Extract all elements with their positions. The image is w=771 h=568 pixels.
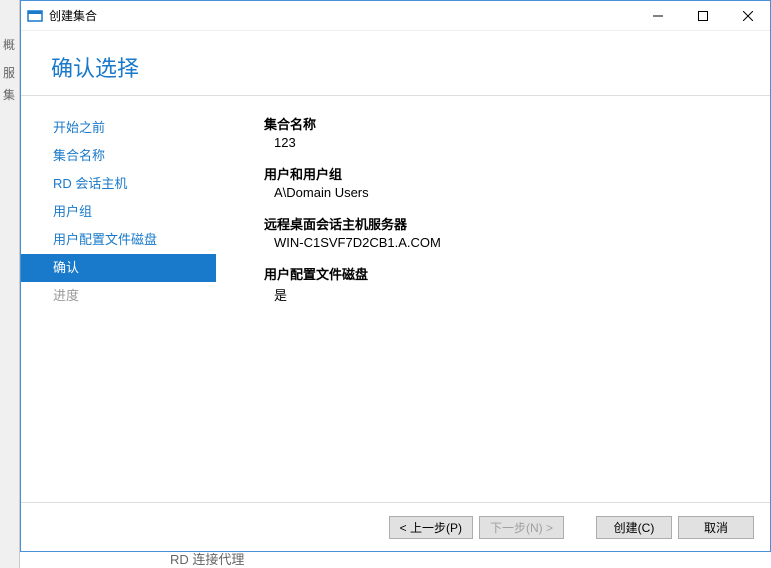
header: 确认选择 bbox=[21, 31, 770, 96]
value-collection-name: 123 bbox=[264, 135, 750, 150]
background-text: RD 连接代理 bbox=[170, 549, 244, 568]
label-rdsh-servers: 远程桌面会话主机服务器 bbox=[264, 214, 750, 233]
minimize-button[interactable] bbox=[635, 1, 680, 31]
step-user-groups[interactable]: 用户组 bbox=[21, 198, 216, 226]
app-icon bbox=[27, 8, 43, 24]
step-progress: 进度 bbox=[21, 282, 216, 310]
value-rdsh-servers: WIN-C1SVF7D2CB1.A.COM bbox=[264, 235, 750, 250]
page-title: 确认选择 bbox=[51, 51, 770, 83]
cancel-button[interactable]: 取消 bbox=[678, 516, 754, 539]
label-users-groups: 用户和用户组 bbox=[264, 164, 750, 183]
value-users-groups: A\Domain Users bbox=[264, 185, 750, 200]
wizard-sidebar: 开始之前 集合名称 RD 会话主机 用户组 用户配置文件磁盘 确认 进度 bbox=[21, 96, 216, 502]
bg-text: 服 bbox=[3, 64, 15, 81]
step-confirmation[interactable]: 确认 bbox=[21, 254, 216, 282]
step-rd-session-host[interactable]: RD 会话主机 bbox=[21, 170, 216, 198]
create-button[interactable]: 创建(C) bbox=[596, 516, 672, 539]
bg-text: 概 bbox=[3, 36, 15, 53]
value-user-profile-disks: 是 bbox=[264, 285, 750, 304]
label-user-profile-disks: 用户配置文件磁盘 bbox=[264, 264, 750, 283]
close-button[interactable] bbox=[725, 1, 770, 31]
step-before-begin[interactable]: 开始之前 bbox=[21, 114, 216, 142]
label-collection-name: 集合名称 bbox=[264, 114, 750, 133]
step-collection-name[interactable]: 集合名称 bbox=[21, 142, 216, 170]
titlebar[interactable]: 创建集合 bbox=[21, 1, 770, 31]
footer: < 上一步(P) 下一步(N) > 创建(C) 取消 bbox=[21, 502, 770, 551]
maximize-button[interactable] bbox=[680, 1, 725, 31]
step-user-profile-disks[interactable]: 用户配置文件磁盘 bbox=[21, 226, 216, 254]
main-content: 集合名称 123 用户和用户组 A\Domain Users 远程桌面会话主机服… bbox=[216, 96, 770, 502]
previous-button[interactable]: < 上一步(P) bbox=[389, 516, 473, 539]
window-title: 创建集合 bbox=[49, 7, 635, 24]
next-button: 下一步(N) > bbox=[479, 516, 564, 539]
dialog-window: 创建集合 确认选择 开始之前 集合名称 RD 会话主机 用户组 用户配置文件磁盘… bbox=[20, 0, 771, 552]
bg-text: 集 bbox=[3, 86, 15, 103]
